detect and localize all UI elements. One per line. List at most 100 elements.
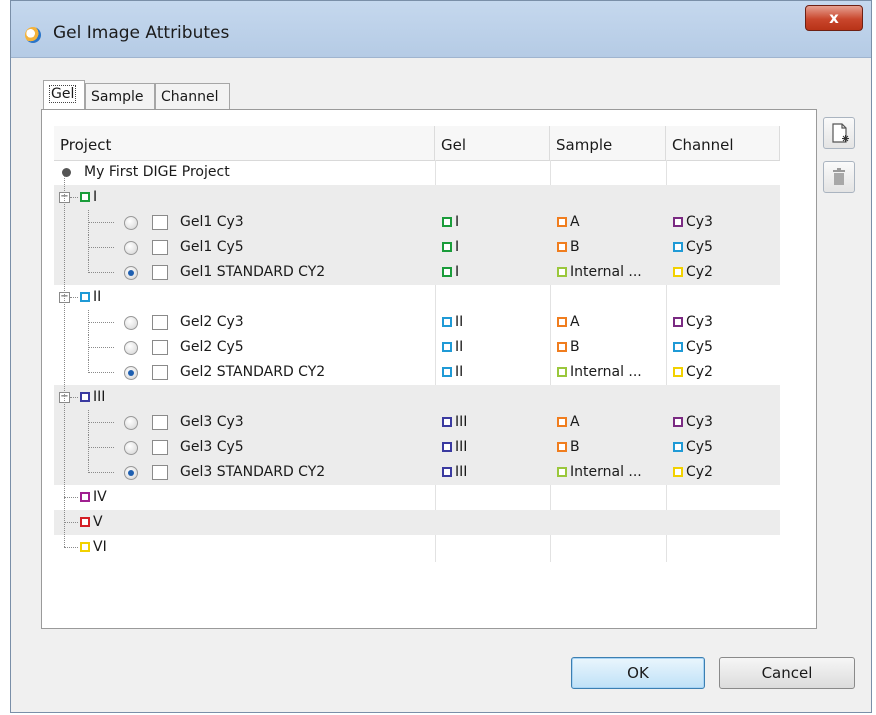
- column-header-project[interactable]: Project: [54, 126, 435, 160]
- tree-group-row[interactable]: − III: [54, 385, 780, 410]
- gel-image-thumbnail-icon: [152, 215, 168, 230]
- cancel-button[interactable]: Cancel: [719, 657, 855, 689]
- tree-connector: [64, 522, 78, 523]
- sample-cell[interactable]: B: [557, 335, 580, 360]
- radio-button[interactable]: [124, 241, 138, 255]
- gel-cell[interactable]: I: [442, 210, 459, 235]
- channel-cell[interactable]: Cy2: [673, 260, 713, 285]
- gel-value: II: [455, 339, 464, 355]
- gel-value: II: [455, 314, 464, 330]
- tree-leaf-row[interactable]: Gel3 Cy3 III A Cy3: [54, 410, 780, 435]
- app-icon: [25, 27, 41, 43]
- channel-cell[interactable]: Cy3: [673, 410, 713, 435]
- tree-group-row[interactable]: − I: [54, 185, 780, 210]
- sample-value: Internal ...: [570, 464, 642, 480]
- gel-image-thumbnail-icon: [152, 240, 168, 255]
- tab-panel: Project Gel Sample Channel My First DIGE…: [41, 109, 817, 629]
- color-swatch-icon: [673, 367, 683, 377]
- color-swatch-icon: [673, 442, 683, 452]
- tree-connector: [70, 397, 78, 398]
- sample-cell[interactable]: Internal ...: [557, 360, 642, 385]
- channel-value: Cy3: [686, 314, 713, 330]
- sample-cell[interactable]: A: [557, 310, 580, 335]
- color-swatch-icon: [673, 242, 683, 252]
- tab-channel[interactable]: Channel: [155, 83, 230, 109]
- column-header-channel[interactable]: Channel: [666, 126, 780, 160]
- channel-value: Cy3: [686, 414, 713, 430]
- column-header-gel[interactable]: Gel: [435, 126, 550, 160]
- channel-cell[interactable]: Cy5: [673, 435, 713, 460]
- tree-trunk-line: [64, 176, 65, 547]
- color-swatch-icon: [557, 267, 567, 277]
- radio-button[interactable]: [124, 341, 138, 355]
- gel-value: III: [455, 464, 468, 480]
- column-header-sample[interactable]: Sample: [550, 126, 666, 160]
- gel-cell[interactable]: II: [442, 360, 463, 385]
- tree-root-row[interactable]: My First DIGE Project: [54, 160, 780, 185]
- sample-cell[interactable]: A: [557, 210, 580, 235]
- color-swatch-icon: [557, 467, 567, 477]
- radio-button[interactable]: [124, 316, 138, 330]
- group-label: V: [80, 510, 103, 535]
- gel-cell[interactable]: II: [442, 310, 463, 335]
- channel-cell[interactable]: Cy5: [673, 335, 713, 360]
- gel-value: I: [455, 264, 460, 280]
- radio-button[interactable]: [124, 416, 138, 430]
- image-name: Gel2 Cy3: [180, 314, 244, 330]
- new-attribute-button[interactable]: [823, 117, 855, 149]
- tree-leaf-row[interactable]: Gel2 Cy5 II B Cy5: [54, 335, 780, 360]
- gel-value: I: [455, 214, 460, 230]
- gel-image-thumbnail-icon: [152, 440, 168, 455]
- group-name: II: [93, 289, 102, 305]
- sample-cell[interactable]: B: [557, 235, 580, 260]
- tree-leaf-row[interactable]: Gel3 STANDARD CY2 III Internal ... Cy2: [54, 460, 780, 485]
- tree-leaf-row[interactable]: Gel1 STANDARD CY2 I Internal ... Cy2: [54, 260, 780, 285]
- gel-cell[interactable]: II: [442, 335, 463, 360]
- channel-cell[interactable]: Cy3: [673, 210, 713, 235]
- sample-cell[interactable]: Internal ...: [557, 460, 642, 485]
- tree-leaf-row[interactable]: Gel1 Cy3 I A Cy3: [54, 210, 780, 235]
- channel-cell[interactable]: Cy3: [673, 310, 713, 335]
- channel-cell[interactable]: Cy2: [673, 460, 713, 485]
- gel-cell[interactable]: I: [442, 235, 459, 260]
- color-swatch-icon: [673, 267, 683, 277]
- radio-selected[interactable]: [124, 266, 138, 280]
- sample-value: B: [570, 239, 580, 255]
- tab-gel[interactable]: Gel: [43, 80, 85, 109]
- gel-cell[interactable]: I: [442, 260, 459, 285]
- gel-cell[interactable]: III: [442, 435, 467, 460]
- tree-group-row[interactable]: VI: [54, 535, 780, 560]
- radio-selected[interactable]: [124, 466, 138, 480]
- channel-cell[interactable]: Cy2: [673, 360, 713, 385]
- gel-value: III: [455, 439, 468, 455]
- color-swatch-icon: [673, 417, 683, 427]
- color-swatch-icon: [442, 467, 452, 477]
- tree-leaf-row[interactable]: Gel2 Cy3 II A Cy3: [54, 310, 780, 335]
- tree-leaf-row[interactable]: Gel2 STANDARD CY2 II Internal ... Cy2: [54, 360, 780, 385]
- sample-cell[interactable]: A: [557, 410, 580, 435]
- sample-cell[interactable]: B: [557, 435, 580, 460]
- tree-connector: [64, 497, 78, 498]
- tree-group-row[interactable]: − II: [54, 285, 780, 310]
- tab-sample[interactable]: Sample: [85, 83, 155, 109]
- tree-group-row[interactable]: V: [54, 510, 780, 535]
- delete-attribute-button[interactable]: [823, 161, 855, 193]
- gel-image-thumbnail-icon: [152, 340, 168, 355]
- tree-leaf-row[interactable]: Gel1 Cy5 I B Cy5: [54, 235, 780, 260]
- channel-value: Cy5: [686, 339, 713, 355]
- ok-button[interactable]: OK: [571, 657, 705, 689]
- radio-button[interactable]: [124, 216, 138, 230]
- close-button[interactable]: x: [805, 5, 863, 31]
- gel-cell[interactable]: III: [442, 460, 467, 485]
- channel-cell[interactable]: Cy5: [673, 235, 713, 260]
- color-swatch-icon: [80, 542, 90, 552]
- sample-cell[interactable]: Internal ...: [557, 260, 642, 285]
- tree-leaf-row[interactable]: Gel3 Cy5 III B Cy5: [54, 435, 780, 460]
- gel-value: II: [455, 364, 464, 380]
- radio-selected[interactable]: [124, 366, 138, 380]
- gel-cell[interactable]: III: [442, 410, 467, 435]
- tree-connector: [88, 472, 114, 473]
- tree-group-row[interactable]: IV: [54, 485, 780, 510]
- radio-button[interactable]: [124, 441, 138, 455]
- new-document-icon: [832, 123, 849, 143]
